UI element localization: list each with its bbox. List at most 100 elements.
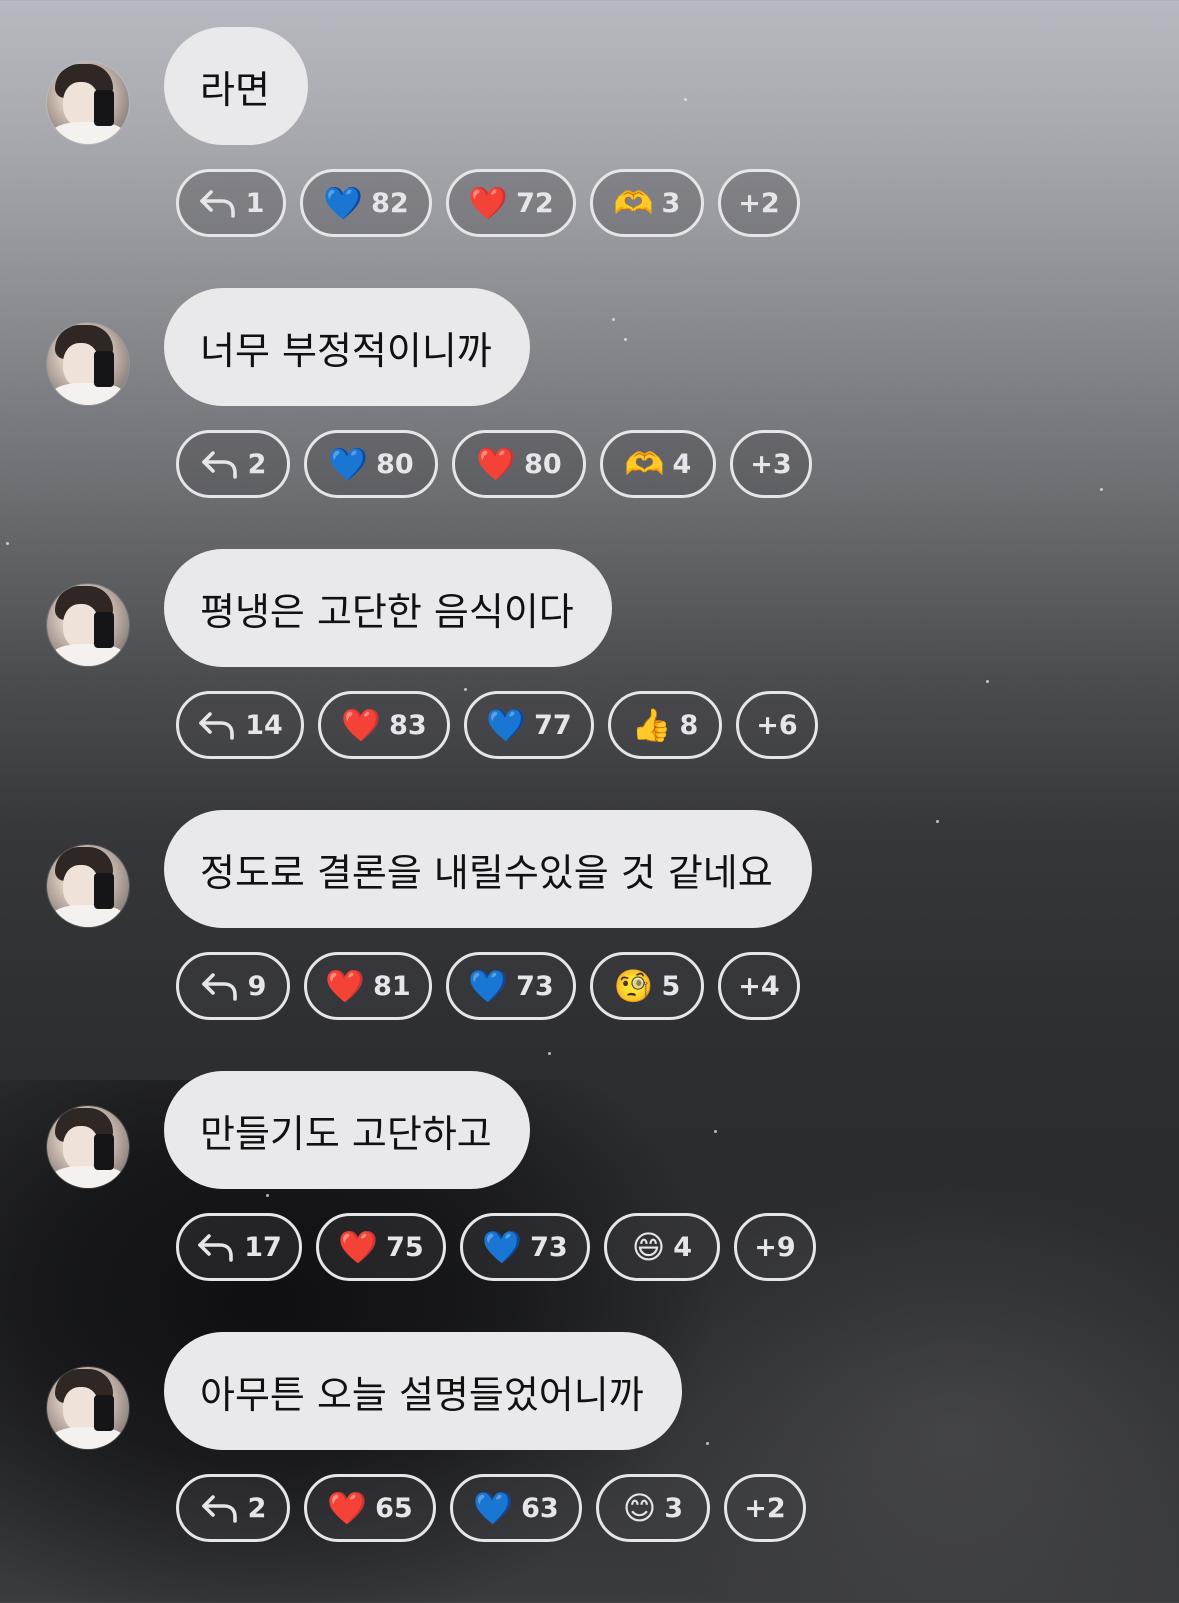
reaction-count: 3 [664, 1492, 684, 1524]
background-speck [6, 542, 9, 545]
chat-message[interactable]: 너무 부정적이니까 2 💙 80 ❤️ 80 🫶 4 +3 [0, 288, 1179, 538]
message-bubble[interactable]: 만들기도 고단하고 [164, 1071, 530, 1189]
heart-hands-icon: 🫶 [613, 184, 654, 222]
blue-heart-icon: 💙 [486, 706, 527, 744]
reaction-count: 9 [247, 970, 267, 1002]
reaction-count: 73 [530, 1231, 568, 1263]
red-heart-icon: ❤️ [325, 967, 366, 1005]
reaction-heart-hands[interactable]: 🫶 3 [590, 169, 704, 237]
reply-icon [200, 1492, 240, 1524]
reaction-bar: 9 ❤️ 81 💙 73 🧐 5 +4 [176, 952, 800, 1020]
reaction-count: 81 [373, 970, 411, 1002]
chat-message[interactable]: 정도로 결론을 내릴수있을 것 같네요 9 ❤️ 81 💙 73 🧐 5 +4 [0, 810, 1179, 1060]
message-bubble[interactable]: 아무튼 오늘 설명들었어니까 [164, 1332, 682, 1450]
avatar[interactable] [47, 845, 129, 927]
reaction-heart-hands[interactable]: 🫶 4 [600, 430, 716, 498]
reaction-count: 4 [673, 1231, 693, 1263]
more-reactions-button[interactable]: +6 [736, 691, 818, 759]
reaction-grinning-face[interactable]: 😄 4 [604, 1213, 720, 1281]
reaction-count: 17 [244, 1231, 282, 1263]
red-heart-icon: ❤️ [327, 1489, 368, 1527]
reply-icon [200, 448, 240, 480]
reaction-count: +4 [738, 970, 780, 1002]
red-heart-icon: ❤️ [476, 445, 517, 483]
more-reactions-button[interactable]: +3 [730, 430, 812, 498]
message-bubble[interactable]: 라면 [164, 27, 308, 145]
reaction-count: 8 [679, 709, 699, 741]
grinning-face-icon: 😄 [631, 1228, 666, 1266]
reaction-count: +2 [738, 187, 780, 219]
reaction-count: +2 [744, 1492, 786, 1524]
reaction-count: 3 [661, 187, 681, 219]
reply-icon [197, 709, 237, 741]
reaction-count: +9 [754, 1231, 796, 1263]
reply-button[interactable]: 1 [176, 169, 286, 237]
reaction-count: 4 [672, 448, 692, 480]
reaction-count: 72 [516, 187, 554, 219]
message-bubble[interactable]: 너무 부정적이니까 [164, 288, 530, 406]
reaction-count: 82 [371, 187, 409, 219]
blue-heart-icon: 💙 [323, 184, 364, 222]
reaction-monocle-face[interactable]: 🧐 5 [590, 952, 704, 1020]
blue-heart-icon: 💙 [468, 967, 509, 1005]
chat-message[interactable]: 만들기도 고단하고 17 ❤️ 75 💙 73 😄 4 +9 [0, 1071, 1179, 1321]
avatar[interactable] [47, 323, 129, 405]
more-reactions-button[interactable]: +9 [734, 1213, 816, 1281]
reaction-count: 80 [524, 448, 562, 480]
avatar[interactable] [47, 1367, 129, 1449]
smiling-face-icon: 😊 [622, 1489, 657, 1527]
reaction-thumbs-up[interactable]: 👍 8 [608, 691, 722, 759]
reaction-bar: 14 ❤️ 83 💙 77 👍 8 +6 [176, 691, 818, 759]
message-bubble[interactable]: 평냉은 고단한 음식이다 [164, 549, 612, 667]
reaction-bar: 17 ❤️ 75 💙 73 😄 4 +9 [176, 1213, 816, 1281]
reaction-blue-heart[interactable]: 💙 73 [460, 1213, 590, 1281]
reaction-red-heart[interactable]: ❤️ 65 [304, 1474, 436, 1542]
message-text: 만들기도 고단하고 [200, 1111, 492, 1156]
blue-heart-icon: 💙 [328, 445, 369, 483]
reply-icon [198, 187, 238, 219]
reaction-red-heart[interactable]: ❤️ 72 [446, 169, 576, 237]
avatar[interactable] [47, 62, 129, 144]
chat-message[interactable]: 아무튼 오늘 설명들었어니까 2 ❤️ 65 💙 63 😊 3 +2 [0, 1332, 1179, 1582]
more-reactions-button[interactable]: +4 [718, 952, 800, 1020]
blue-heart-icon: 💙 [473, 1489, 514, 1527]
reply-button[interactable]: 14 [176, 691, 304, 759]
reaction-blue-heart[interactable]: 💙 80 [304, 430, 438, 498]
chat-message[interactable]: 라면 1 💙 82 ❤️ 72 🫶 3 +2 [0, 27, 1179, 277]
reply-button[interactable]: 9 [176, 952, 290, 1020]
red-heart-icon: ❤️ [468, 184, 509, 222]
avatar[interactable] [47, 1106, 129, 1188]
reaction-blue-heart[interactable]: 💙 77 [464, 691, 594, 759]
monocle-face-icon: 🧐 [613, 967, 654, 1005]
thumbs-up-icon: 👍 [631, 706, 672, 744]
more-reactions-button[interactable]: +2 [724, 1474, 806, 1542]
message-text: 정도로 결론을 내릴수있을 것 같네요 [200, 850, 773, 895]
message-text: 라면 [200, 67, 270, 112]
more-reactions-button[interactable]: +2 [718, 169, 800, 237]
message-bubble[interactable]: 정도로 결론을 내릴수있을 것 같네요 [164, 810, 812, 928]
red-heart-icon: ❤️ [338, 1228, 379, 1266]
reaction-red-heart[interactable]: ❤️ 81 [304, 952, 432, 1020]
reaction-red-heart[interactable]: ❤️ 83 [318, 691, 450, 759]
reaction-bar: 1 💙 82 ❤️ 72 🫶 3 +2 [176, 169, 800, 237]
reply-button[interactable]: 2 [176, 430, 290, 498]
reply-button[interactable]: 17 [176, 1213, 302, 1281]
reaction-blue-heart[interactable]: 💙 82 [300, 169, 432, 237]
reply-button[interactable]: 2 [176, 1474, 290, 1542]
reaction-blue-heart[interactable]: 💙 73 [446, 952, 576, 1020]
blue-heart-icon: 💙 [482, 1228, 523, 1266]
reaction-bar: 2 💙 80 ❤️ 80 🫶 4 +3 [176, 430, 812, 498]
reaction-blue-heart[interactable]: 💙 63 [450, 1474, 582, 1542]
reaction-count: 2 [247, 1492, 267, 1524]
reaction-count: 80 [376, 448, 414, 480]
reaction-smiling-face[interactable]: 😊 3 [596, 1474, 710, 1542]
reaction-count: 75 [386, 1231, 424, 1263]
red-heart-icon: ❤️ [341, 706, 382, 744]
message-text: 아무튼 오늘 설명들었어니까 [200, 1372, 644, 1417]
reaction-red-heart[interactable]: ❤️ 75 [316, 1213, 446, 1281]
avatar[interactable] [47, 584, 129, 666]
reaction-red-heart[interactable]: ❤️ 80 [452, 430, 586, 498]
reaction-count: 5 [661, 970, 681, 1002]
heart-hands-icon: 🫶 [624, 445, 665, 483]
chat-message[interactable]: 평냉은 고단한 음식이다 14 ❤️ 83 💙 77 👍 8 +6 [0, 549, 1179, 799]
